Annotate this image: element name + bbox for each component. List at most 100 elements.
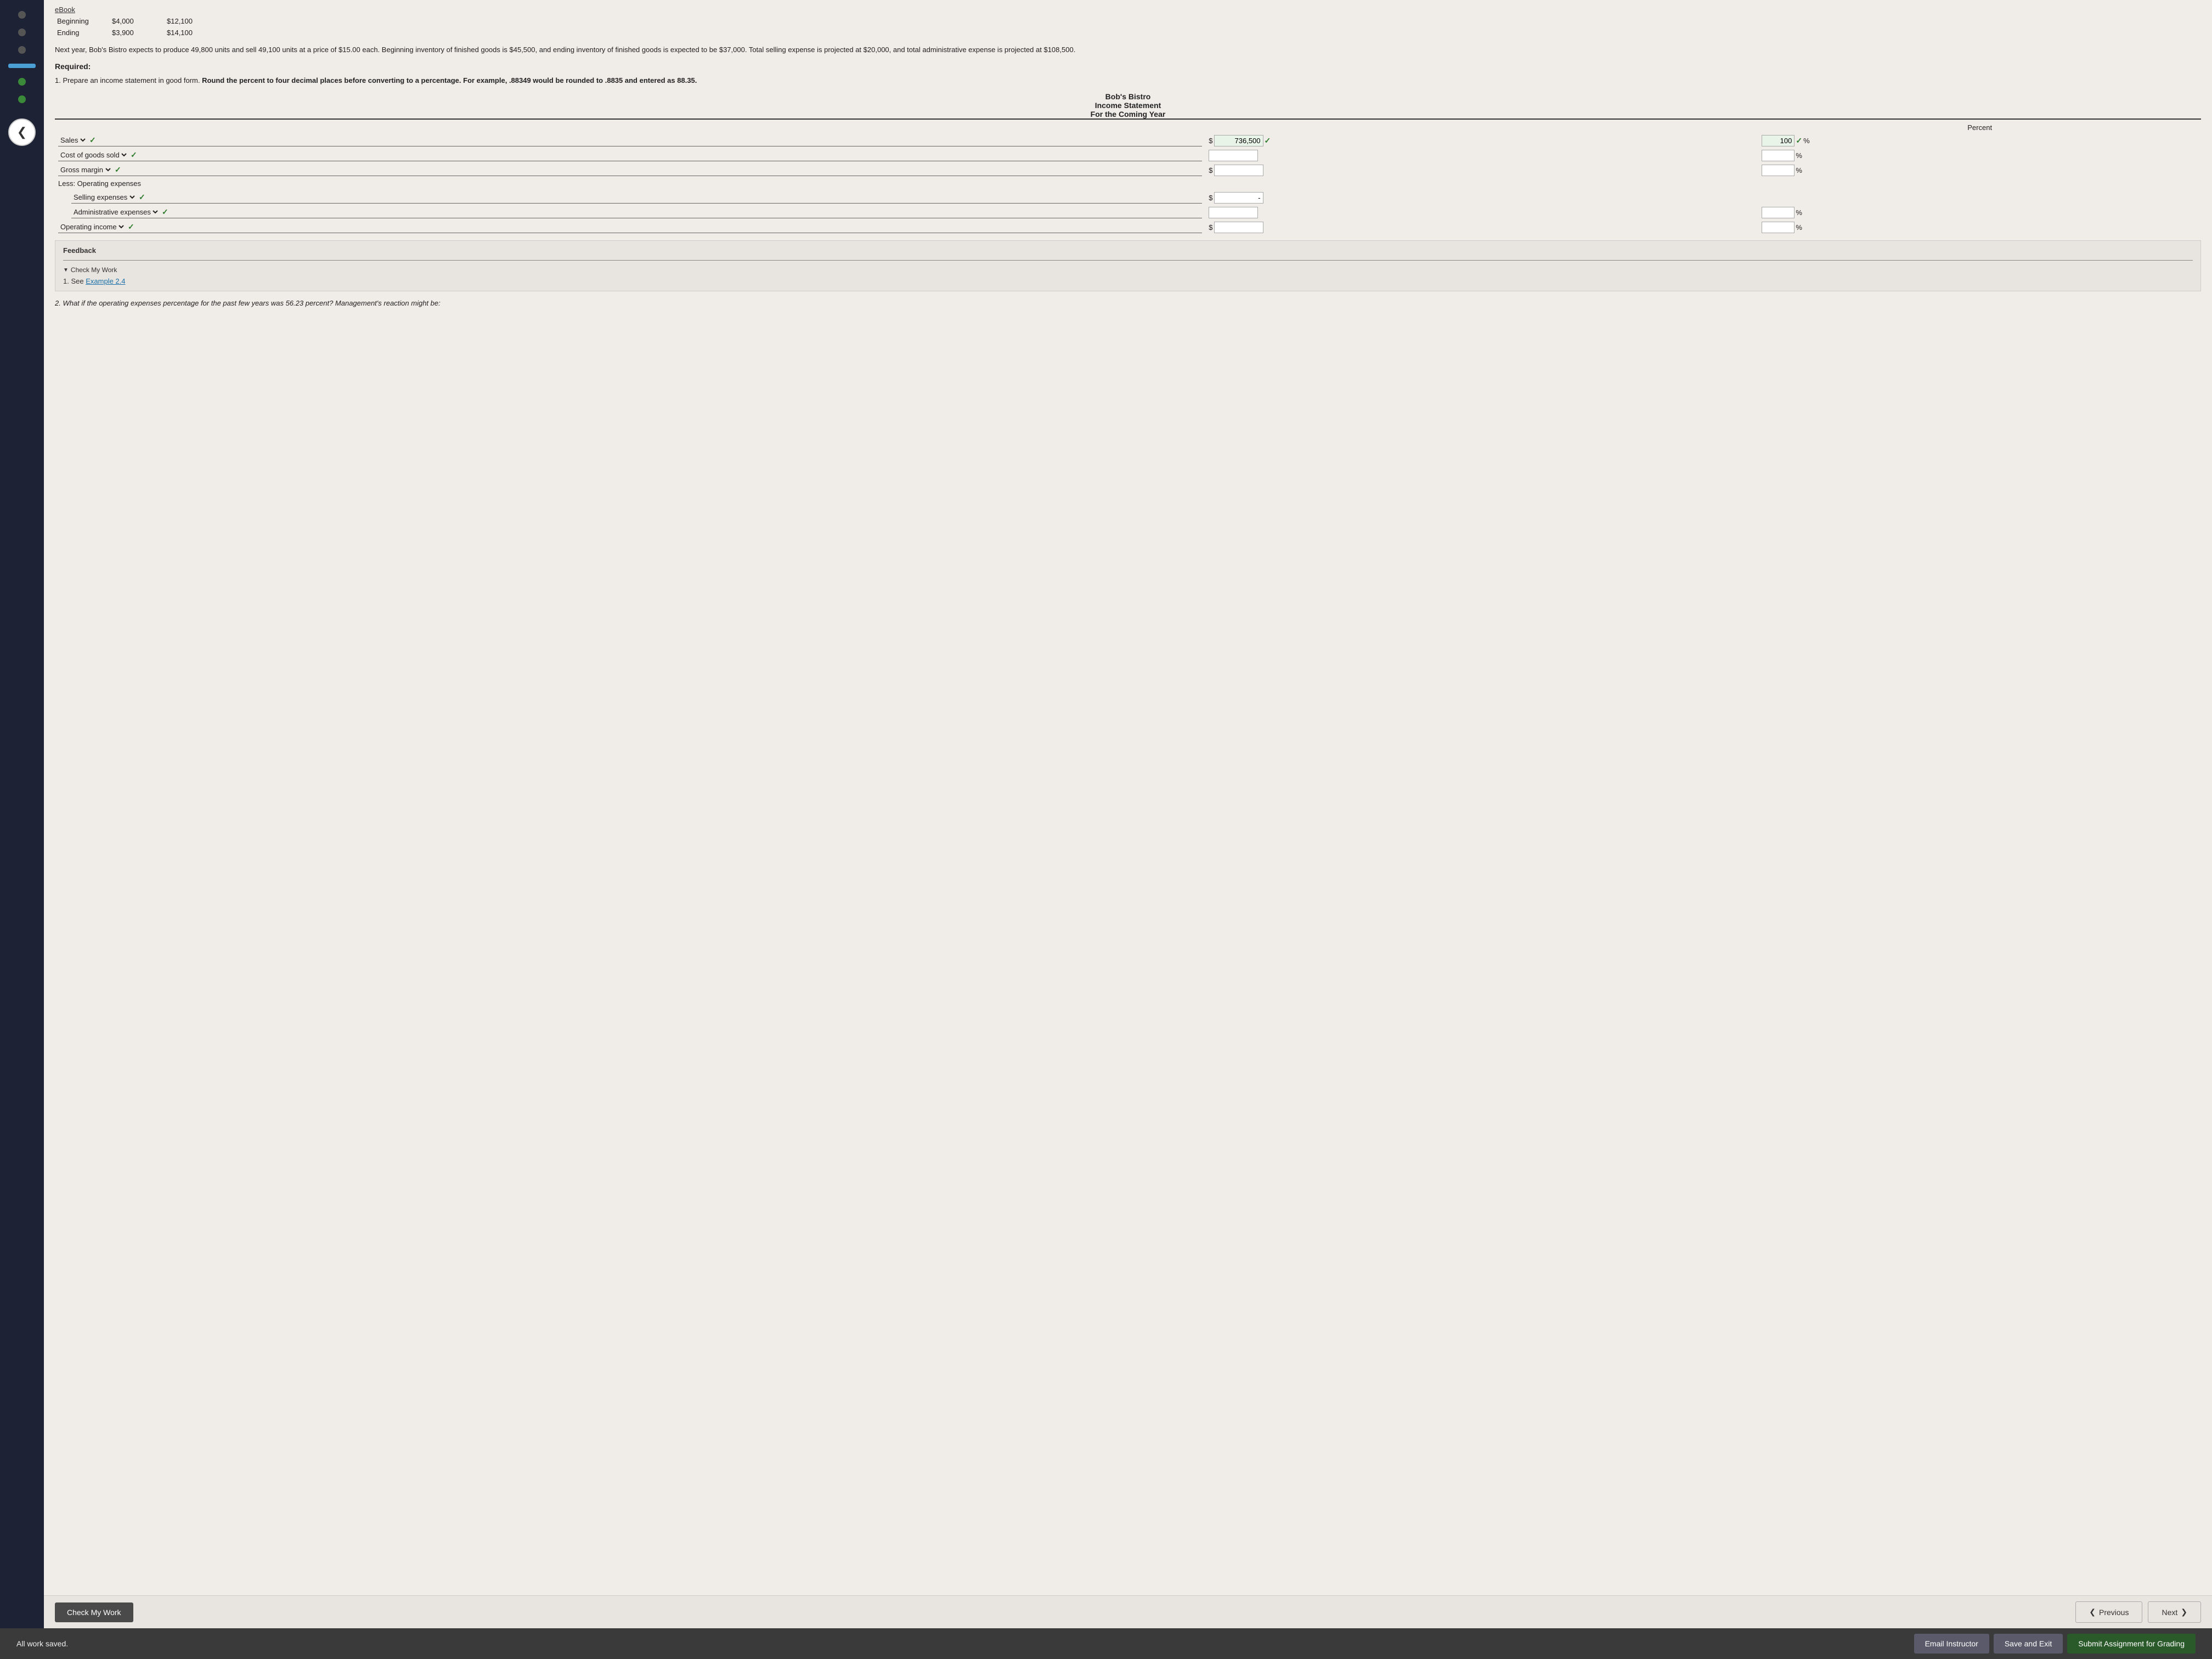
instruction-bold: Round the percent to four decimal places… [202, 76, 697, 84]
cogs-percent-input[interactable] [1762, 150, 1795, 161]
operating-income-percent-cell: % [1758, 220, 2201, 235]
gross-margin-amount-input[interactable] [1214, 165, 1263, 176]
admin-expenses-dropdown[interactable]: Administrative expenses [71, 207, 160, 217]
cogs-dropdown[interactable]: Cost of goods sold [58, 150, 128, 160]
admin-expenses-amount-input[interactable] [1209, 207, 1258, 218]
operating-income-dropdown[interactable]: Operating income [58, 222, 126, 232]
table-row: Cost of goods sold ✓ % [55, 148, 2201, 163]
operating-income-label-check: ✓ [128, 222, 134, 232]
sidebar-dot-4 [18, 78, 26, 86]
next-button[interactable]: Next ❯ [2148, 1601, 2201, 1623]
selling-expenses-amount-input[interactable] [1214, 192, 1263, 204]
sales-label-wrapper: Sales ✓ [58, 136, 1202, 146]
table-row: Less: Operating expenses [55, 178, 2201, 190]
sales-percent-check: ✓ [1796, 136, 1802, 145]
back-button[interactable]: ❮ [8, 119, 36, 146]
table-row: Sales ✓ $ ✓ [55, 133, 2201, 148]
q2-text-content: 2. What if the operating expenses percen… [55, 299, 441, 307]
gross-margin-amount-wrapper: $ [1209, 165, 1755, 176]
operating-income-percent-input[interactable] [1762, 222, 1795, 233]
sales-percent-input[interactable] [1762, 135, 1795, 146]
operating-income-amount-input[interactable] [1214, 222, 1263, 233]
percent-header: Percent [1758, 122, 2201, 133]
selling-expenses-percent-cell [1758, 190, 2201, 205]
gross-margin-percent-input[interactable] [1762, 165, 1795, 176]
bottom-action-bar: Check My Work ❮ Previous Next ❯ [44, 1595, 2212, 1628]
feedback-check-my-work[interactable]: ▼ Check My Work [63, 266, 2193, 274]
less-operating-amount-cell [1205, 178, 1758, 190]
selling-expenses-label-check: ✓ [139, 193, 145, 202]
inventory-row-ending: Ending $3,900 $14,100 [55, 27, 2201, 38]
selling-expenses-label-wrapper: Selling expenses ✓ [71, 193, 1202, 204]
admin-expenses-label-cell: Administrative expenses ✓ [55, 205, 1205, 220]
sales-amount-input[interactable] [1214, 135, 1263, 146]
beginning-col2: $12,100 [165, 16, 219, 26]
footer-buttons: Email Instructor Save and Exit Submit As… [1914, 1634, 2196, 1654]
admin-expenses-percent-input[interactable] [1762, 207, 1795, 218]
ending-col1: $3,900 [110, 27, 165, 38]
beginning-col1: $4,000 [110, 16, 165, 26]
sales-label-check: ✓ [89, 136, 96, 145]
cogs-amount-cell [1205, 148, 1758, 163]
inventory-row-beginning: Beginning $4,000 $12,100 [55, 16, 2201, 26]
nav-buttons: ❮ Previous Next ❯ [2075, 1601, 2201, 1623]
operating-income-dollar-sign: $ [1209, 223, 1212, 232]
submit-assignment-button[interactable]: Submit Assignment for Grading [2067, 1634, 2196, 1654]
q2-text: 2. What if the operating expenses percen… [55, 298, 2201, 309]
feedback-section: Feedback ▼ Check My Work 1. See Example … [55, 240, 2201, 291]
less-operating-percent-cell [1758, 178, 2201, 190]
operating-income-amount-wrapper: $ [1209, 222, 1755, 233]
admin-expenses-percent-wrapper: % [1762, 207, 2198, 218]
selling-expenses-label-cell: Selling expenses ✓ [55, 190, 1205, 205]
income-statement-table: Percent Sales ✓ [55, 122, 2201, 235]
save-and-exit-button[interactable]: Save and Exit [1994, 1634, 2063, 1654]
instruction-text: 1. Prepare an income statement in good f… [55, 75, 2201, 86]
admin-expenses-label-check: ✓ [162, 207, 168, 217]
admin-expenses-label-wrapper: Administrative expenses ✓ [71, 207, 1202, 218]
sales-amount-cell: $ ✓ [1205, 133, 1758, 148]
example-link[interactable]: Example 2.4 [86, 277, 125, 285]
less-operating-label-wrapper: Less: Operating expenses [58, 179, 1202, 189]
table-row: Administrative expenses ✓ % [55, 205, 2201, 220]
sidebar-dot-2 [18, 29, 26, 36]
selling-expenses-amount-cell: $ [1205, 190, 1758, 205]
previous-label: Previous [2099, 1608, 2129, 1617]
required-label: Required: [55, 62, 2201, 71]
less-operating-label: Less: Operating expenses [58, 179, 141, 188]
operating-income-percent-symbol: % [1796, 223, 1802, 232]
statement-header: Bob's Bistro Income Statement For the Co… [55, 92, 2201, 120]
next-label: Next [2162, 1608, 2177, 1617]
footer-bar: All work saved. Email Instructor Save an… [0, 1628, 2212, 1659]
operating-income-percent-wrapper: % [1762, 222, 2198, 233]
selling-expenses-dropdown[interactable]: Selling expenses [71, 193, 137, 202]
sales-dropdown[interactable]: Sales [58, 136, 87, 145]
chevron-left-icon: ❮ [2089, 1607, 2096, 1617]
ending-label: Ending [55, 27, 110, 38]
triangle-icon: ▼ [63, 267, 69, 273]
gross-margin-dollar-sign: $ [1209, 166, 1212, 174]
inventory-table: Beginning $4,000 $12,100 Ending $3,900 $… [55, 16, 2201, 38]
email-instructor-button[interactable]: Email Instructor [1914, 1634, 1989, 1654]
cogs-label-wrapper: Cost of goods sold ✓ [58, 150, 1202, 161]
sales-percent-symbol: % [1803, 137, 1810, 145]
cogs-percent-cell: % [1758, 148, 2201, 163]
sidebar-progress-bar [8, 64, 36, 68]
sales-percent-wrapper: ✓ % [1762, 135, 2198, 146]
table-row: Selling expenses ✓ $ [55, 190, 2201, 205]
sales-dollar-sign: $ [1209, 137, 1212, 145]
operating-income-label-wrapper: Operating income ✓ [58, 222, 1202, 233]
gross-margin-dropdown[interactable]: Gross margin [58, 165, 112, 174]
feedback-divider [63, 260, 2193, 261]
feedback-hint-text: 1. See [63, 277, 84, 285]
back-icon: ❮ [17, 125, 27, 139]
gross-margin-amount-cell: $ [1205, 163, 1758, 178]
cogs-amount-input[interactable] [1209, 150, 1258, 161]
ebook-link[interactable]: eBook [55, 5, 75, 14]
admin-expenses-percent-cell: % [1758, 205, 2201, 220]
feedback-hint: 1. See Example 2.4 [63, 277, 2193, 285]
gross-margin-label-check: ✓ [115, 165, 121, 174]
description-text: Next year, Bob's Bistro expects to produ… [55, 44, 2201, 55]
previous-button[interactable]: ❮ Previous [2075, 1601, 2142, 1623]
admin-expenses-percent-symbol: % [1796, 208, 1802, 217]
check-my-work-button[interactable]: Check My Work [55, 1602, 133, 1622]
